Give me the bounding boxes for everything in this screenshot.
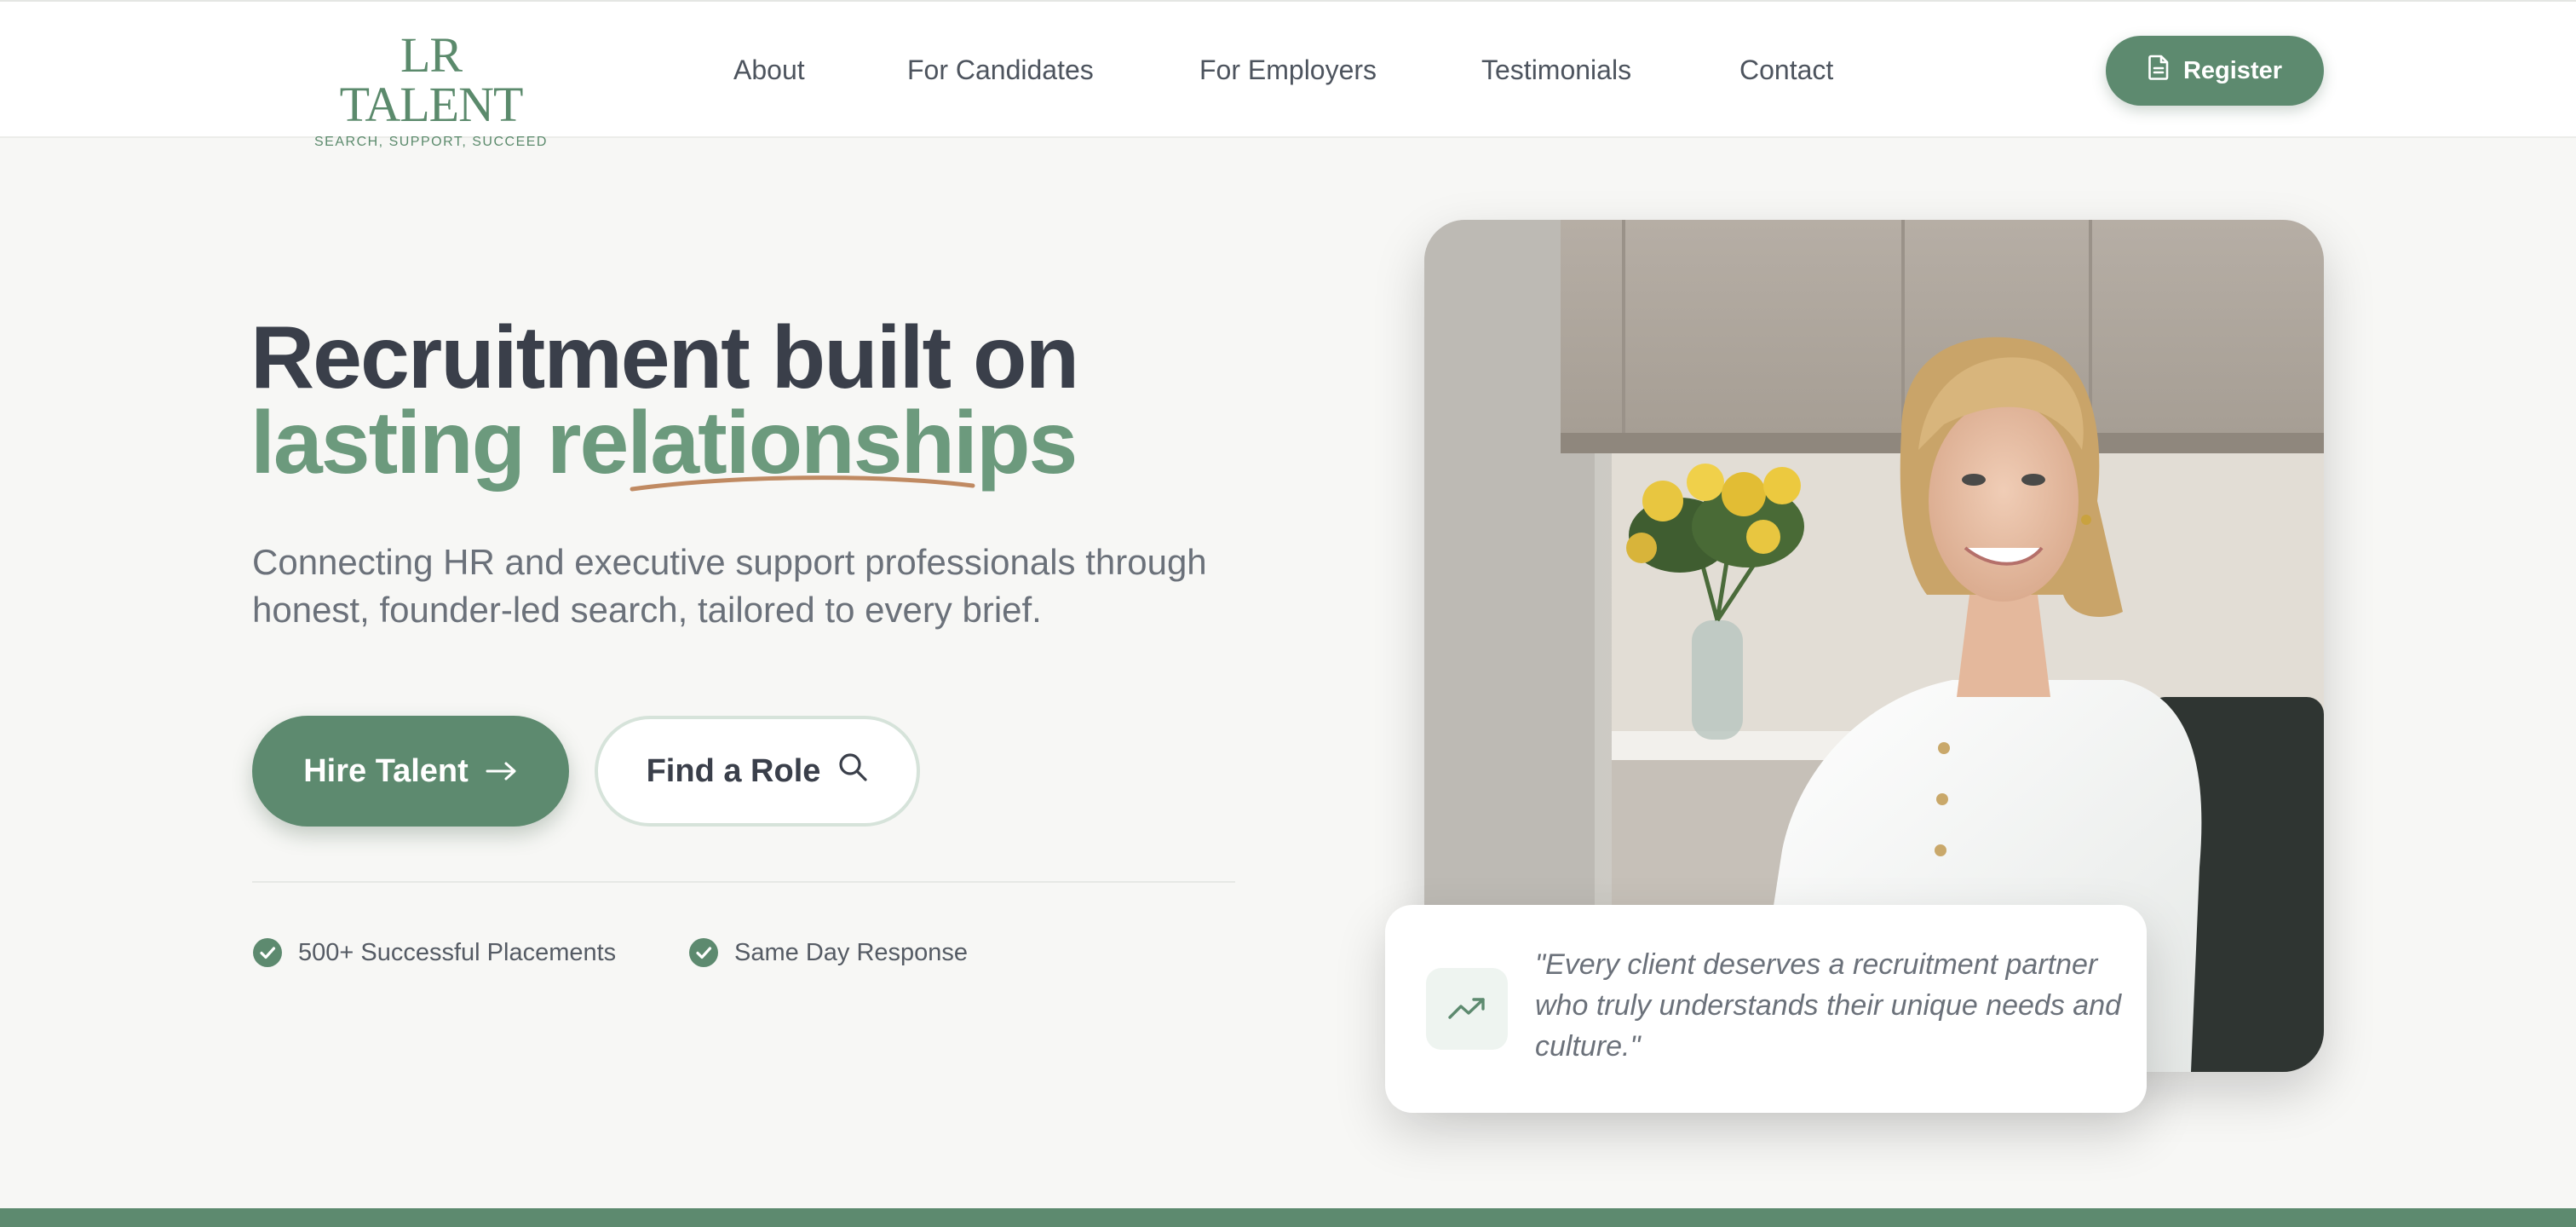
- quote-text: "Every client deserves a recruitment par…: [1535, 948, 2122, 1063]
- stat-label: Same Day Response: [734, 938, 969, 966]
- hero-title: Recruitment built on lasting relationshi…: [250, 308, 1273, 487]
- find-a-role-label: Find a Role: [646, 752, 821, 789]
- stat-placements: 500+ Successful Placements: [252, 937, 616, 968]
- document-icon: [2148, 55, 2170, 87]
- nav-contact[interactable]: Contact: [1739, 51, 1833, 89]
- check-circle-icon: [252, 937, 283, 968]
- nav-testimonials[interactable]: Testimonials: [1481, 51, 1631, 89]
- logo-tagline: SEARCH, SUPPORT, SUCCEED: [314, 135, 548, 149]
- next-section-band: [0, 1208, 2576, 1227]
- nav-about[interactable]: About: [733, 51, 805, 89]
- hero-divider: [252, 881, 1235, 883]
- stat-label: 500+ Successful Placements: [298, 938, 617, 966]
- quote-card: "Every client deserves a recruitment par…: [1385, 905, 2147, 1113]
- title-underline-decoration: [630, 475, 975, 492]
- site-header: LR TALENT SEARCH, SUPPORT, SUCCEED About…: [0, 2, 2576, 149]
- search-icon: [837, 752, 868, 791]
- hire-talent-button[interactable]: Hire Talent: [252, 716, 569, 827]
- hero-subtitle: Connecting HR and executive support prof…: [252, 542, 1207, 630]
- nav-for-candidates[interactable]: For Candidates: [907, 51, 1094, 89]
- nav-for-employers[interactable]: For Employers: [1199, 51, 1377, 89]
- register-label: Register: [2182, 56, 2283, 84]
- page: LR TALENT SEARCH, SUPPORT, SUCCEED About…: [0, 0, 2576, 1227]
- trending-up-icon: [1426, 968, 1508, 1050]
- stat-response: Same Day Response: [688, 937, 968, 968]
- hero-title-line1: Recruitment built on: [250, 308, 1079, 407]
- find-a-role-button[interactable]: Find a Role: [595, 716, 920, 827]
- arrow-right-icon: [486, 753, 518, 790]
- hire-talent-label: Hire Talent: [303, 752, 469, 789]
- register-button[interactable]: Register: [2106, 36, 2324, 106]
- check-circle-icon: [688, 937, 719, 968]
